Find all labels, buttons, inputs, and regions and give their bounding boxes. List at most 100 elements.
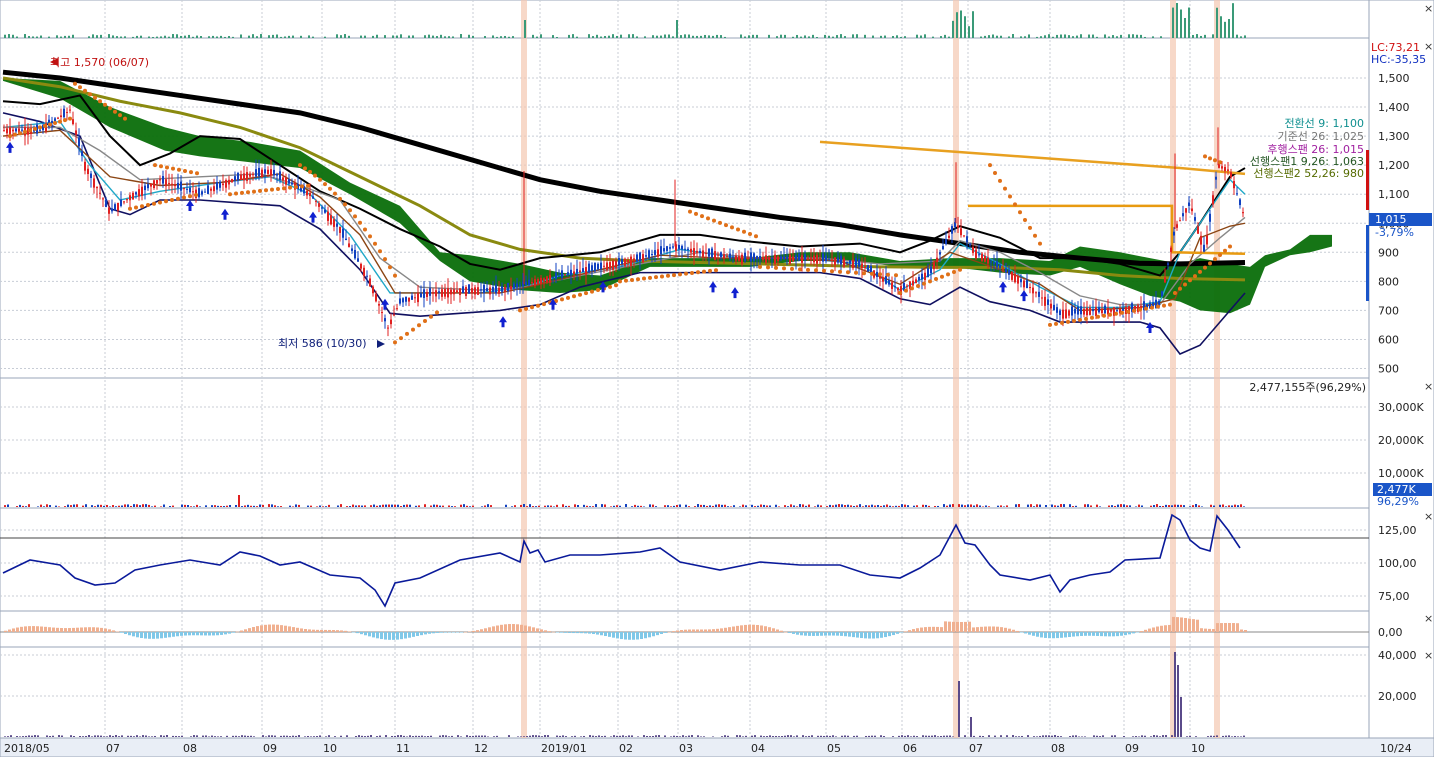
- osc3-bar: [385, 735, 387, 737]
- osc3-bar: [334, 736, 336, 737]
- osc2-bar: [228, 632, 231, 634]
- sar-dot: [298, 163, 302, 168]
- osc3-bar: [610, 736, 612, 737]
- candle-body: [648, 250, 650, 259]
- volume-bar: [109, 506, 111, 507]
- candle-body: [180, 181, 182, 191]
- candle-body: [258, 167, 260, 177]
- osc3-bar: [25, 735, 27, 737]
- osc3-bar: [226, 735, 228, 737]
- osc2-bar: [720, 628, 723, 632]
- osc3-bar: [697, 735, 699, 737]
- volume-bar: [568, 505, 570, 507]
- candle-body: [462, 286, 464, 294]
- candle-body: [561, 270, 563, 278]
- volume-bar: [352, 504, 354, 507]
- top-volume-bar: [376, 34, 378, 38]
- osc2-bar: [492, 626, 495, 632]
- osc3-bar: [775, 735, 777, 737]
- close-icon[interactable]: ×: [1424, 40, 1433, 53]
- osc3-bar: [670, 736, 672, 737]
- sar-dot: [1208, 261, 1212, 266]
- sar-dot: [1033, 233, 1037, 238]
- osc2-bar: [1116, 632, 1119, 637]
- candle-body: [579, 270, 581, 273]
- top-volume-bar: [612, 34, 614, 38]
- top-volume-bar: [812, 34, 814, 38]
- top-volume-bar: [688, 34, 690, 38]
- osc3-bar: [712, 736, 714, 737]
- volume-bar: [340, 504, 342, 507]
- candle-body: [495, 284, 497, 294]
- chart-canvas[interactable]: 최고 1,570 (06/07) 최저 586 (10/30) 전환선 9: 1…: [0, 0, 1434, 758]
- volume-bar: [1225, 506, 1227, 507]
- osc3-bar: [208, 736, 210, 737]
- top-volume-bar: [852, 34, 854, 38]
- candle-body: [996, 261, 998, 268]
- sar-dot: [712, 218, 716, 223]
- osc3-bar: [28, 735, 30, 737]
- candle-body: [174, 184, 176, 187]
- top-volume-bar: [348, 35, 350, 38]
- osc3-bar: [937, 736, 939, 737]
- candle-body: [1023, 280, 1025, 288]
- volume-bar: [1051, 504, 1053, 507]
- stock-chart[interactable]: 최고 1,570 (06/07) 최저 586 (10/30) 전환선 9: 1…: [0, 0, 1434, 758]
- osc3-bar: [295, 735, 297, 737]
- osc3-bar: [664, 735, 666, 737]
- top-volume-bar: [176, 34, 178, 38]
- top-volume-bar: [276, 34, 278, 38]
- close-icon[interactable]: ×: [1424, 649, 1433, 662]
- volume-bar: [562, 504, 564, 507]
- volume-bar: [1030, 504, 1032, 507]
- top-volume-bar: [396, 35, 398, 38]
- candle-body: [627, 260, 629, 262]
- volume-bar: [850, 505, 852, 507]
- top-volume-bar: [92, 34, 94, 38]
- close-icon[interactable]: ×: [1424, 510, 1433, 523]
- candle-body: [711, 248, 713, 258]
- sar-dot: [53, 121, 57, 126]
- close-icon[interactable]: ×: [1424, 380, 1433, 393]
- osc2-bar: [1152, 627, 1155, 632]
- volume-bar: [259, 504, 261, 507]
- volume-bar: [319, 505, 321, 507]
- osc3-bar: [604, 735, 606, 737]
- osc3-bar: [361, 735, 363, 737]
- close-icon[interactable]: ×: [1424, 2, 1433, 15]
- candle-body: [564, 274, 566, 276]
- close-icon[interactable]: ×: [1424, 612, 1433, 625]
- candle-body: [210, 188, 212, 191]
- volume-bar: [19, 504, 21, 507]
- candle-body: [876, 271, 878, 277]
- candle-body: [1212, 195, 1214, 205]
- candle-body: [540, 277, 542, 285]
- top-volume-bar: [1212, 34, 1214, 38]
- volume-bar: [793, 505, 795, 507]
- volume-bar: [1243, 506, 1245, 507]
- price-change: -3,79%: [1375, 226, 1414, 239]
- time-tick-label: 05: [827, 742, 841, 755]
- candle-body: [273, 169, 275, 176]
- osc3-bar: [1150, 736, 1152, 737]
- sar-dot: [560, 297, 564, 302]
- price-tick-label: 700: [1378, 304, 1399, 317]
- osc2-bar: [724, 627, 727, 632]
- candle-body: [423, 289, 425, 298]
- volume-bar: [1183, 505, 1185, 507]
- osc3-bar: [898, 735, 900, 737]
- volume-bar: [826, 506, 828, 507]
- osc2-bar: [1204, 628, 1207, 632]
- osc3-bar: [952, 736, 954, 737]
- sar-dot: [73, 81, 77, 86]
- sar-dot: [195, 171, 199, 176]
- candle-body: [306, 190, 308, 196]
- top-volume-bar: [1220, 16, 1222, 38]
- volume-bar: [862, 506, 864, 507]
- candle-body: [417, 293, 419, 303]
- candle-body: [222, 183, 224, 186]
- sar-dot: [636, 277, 640, 282]
- candle-body: [1002, 268, 1004, 270]
- candle-body: [1044, 296, 1046, 306]
- candle-body: [366, 275, 368, 277]
